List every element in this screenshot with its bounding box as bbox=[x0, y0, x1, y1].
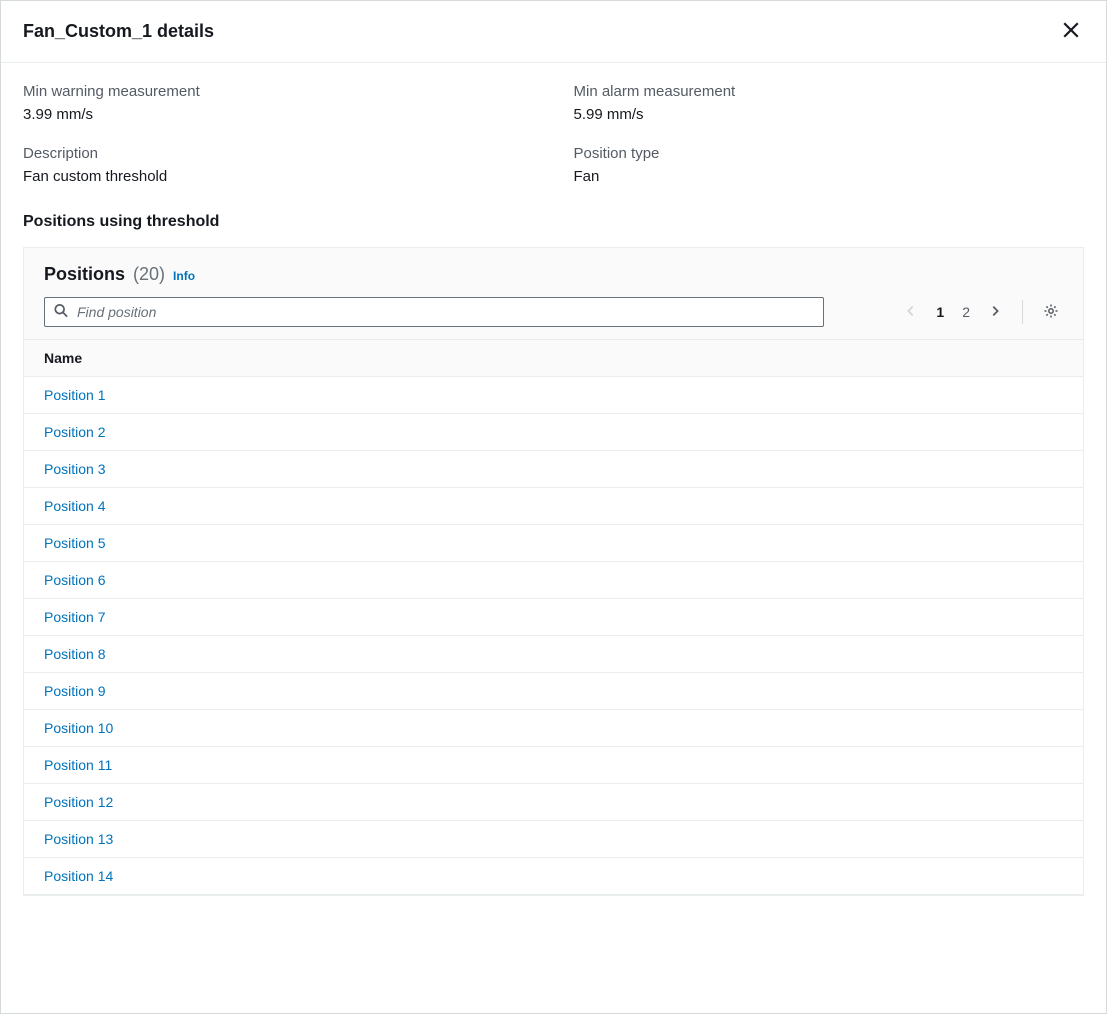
positions-count: (20) bbox=[133, 264, 165, 285]
table-row: Position 10 bbox=[24, 710, 1083, 747]
position-link[interactable]: Position 13 bbox=[44, 831, 113, 847]
detail-label: Min warning measurement bbox=[23, 83, 534, 100]
close-button[interactable] bbox=[1058, 17, 1084, 46]
detail-label: Description bbox=[23, 145, 534, 162]
table-row: Position 2 bbox=[24, 414, 1083, 451]
position-link[interactable]: Position 14 bbox=[44, 868, 113, 884]
detail-description: Description Fan custom threshold bbox=[23, 145, 534, 185]
detail-value: 5.99 mm/s bbox=[574, 106, 1085, 123]
detail-min-warning: Min warning measurement 3.99 mm/s bbox=[23, 83, 534, 123]
position-link[interactable]: Position 7 bbox=[44, 609, 105, 625]
close-icon bbox=[1062, 21, 1080, 42]
positions-container: Positions (20) Info bbox=[23, 247, 1084, 896]
prev-page-button[interactable] bbox=[900, 300, 922, 325]
position-link[interactable]: Position 9 bbox=[44, 683, 105, 699]
settings-button[interactable] bbox=[1039, 299, 1063, 326]
table-row: Position 13 bbox=[24, 821, 1083, 858]
table-row: Position 6 bbox=[24, 562, 1083, 599]
positions-title: Positions bbox=[44, 264, 125, 285]
table-row: Position 4 bbox=[24, 488, 1083, 525]
positions-header: Positions (20) Info bbox=[24, 248, 1083, 339]
chevron-right-icon bbox=[988, 304, 1002, 321]
detail-value: Fan custom threshold bbox=[23, 168, 534, 185]
table-row: Position 8 bbox=[24, 636, 1083, 673]
search-wrapper bbox=[44, 297, 824, 327]
position-link[interactable]: Position 6 bbox=[44, 572, 105, 588]
table-body: Position 1 Position 2 Position 3 Position 4… bbox=[24, 377, 1083, 895]
position-link[interactable]: Position 11 bbox=[44, 757, 112, 773]
position-link[interactable]: Position 8 bbox=[44, 646, 105, 662]
positions-table: Name Position 1Position 2Position 3Posit… bbox=[24, 339, 1083, 895]
gear-icon bbox=[1043, 303, 1059, 322]
page-2[interactable]: 2 bbox=[958, 302, 974, 322]
info-link[interactable]: Info bbox=[173, 269, 195, 283]
modal-title: Fan_Custom_1 details bbox=[23, 21, 214, 42]
detail-label: Position type bbox=[574, 145, 1085, 162]
position-link[interactable]: Position 12 bbox=[44, 794, 113, 810]
positions-toolbar: 1 2 bbox=[44, 297, 1063, 327]
table-header-name: Name bbox=[24, 339, 1083, 377]
details-grid: Min warning measurement 3.99 mm/s Min al… bbox=[23, 83, 1084, 185]
pagination: 1 2 bbox=[900, 299, 1063, 326]
table-row: Position 9 bbox=[24, 673, 1083, 710]
position-link[interactable]: Position 2 bbox=[44, 424, 105, 440]
modal-body: Min warning measurement 3.99 mm/s Min al… bbox=[1, 63, 1106, 916]
table-row: Position 12 bbox=[24, 784, 1083, 821]
position-link[interactable]: Position 10 bbox=[44, 720, 113, 736]
table-row: Position 14 bbox=[24, 858, 1083, 895]
table-row: Position 5 bbox=[24, 525, 1083, 562]
position-link[interactable]: Position 4 bbox=[44, 498, 105, 514]
table-row: Position 1 bbox=[24, 377, 1083, 414]
detail-value: Fan bbox=[574, 168, 1085, 185]
detail-value: 3.99 mm/s bbox=[23, 106, 534, 123]
detail-label: Min alarm measurement bbox=[574, 83, 1085, 100]
positions-section-heading: Positions using threshold bbox=[23, 213, 1084, 231]
table-row: Position 3 bbox=[24, 451, 1083, 488]
next-page-button[interactable] bbox=[984, 300, 1006, 325]
position-link[interactable]: Position 3 bbox=[44, 461, 105, 477]
detail-min-alarm: Min alarm measurement 5.99 mm/s bbox=[574, 83, 1085, 123]
search-input[interactable] bbox=[44, 297, 824, 327]
page-1[interactable]: 1 bbox=[932, 302, 948, 322]
table-row: Position 7 bbox=[24, 599, 1083, 636]
table-row: Position 11 bbox=[24, 747, 1083, 784]
detail-position-type: Position type Fan bbox=[574, 145, 1085, 185]
modal-header: Fan_Custom_1 details bbox=[1, 1, 1106, 63]
position-link[interactable]: Position 5 bbox=[44, 535, 105, 551]
divider bbox=[1022, 300, 1023, 324]
positions-title-row: Positions (20) Info bbox=[44, 264, 1063, 285]
position-link[interactable]: Position 1 bbox=[44, 387, 105, 403]
details-modal: Fan_Custom_1 details Min warning measure… bbox=[0, 0, 1107, 1014]
chevron-left-icon bbox=[904, 304, 918, 321]
